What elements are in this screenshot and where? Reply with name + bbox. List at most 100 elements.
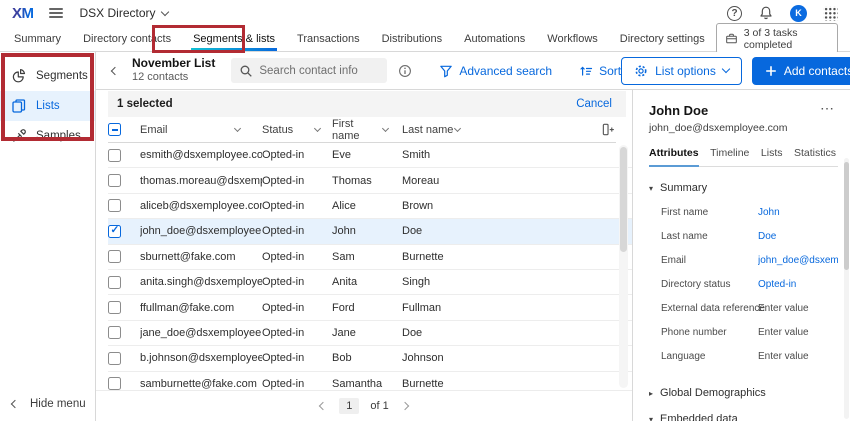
column-header-first-name[interactable]: First name [332, 118, 402, 142]
contact-rows: esmith@dsxemployee.com Opted-in Eve Smit… [108, 143, 632, 397]
attribute-value[interactable]: Enter value [758, 327, 809, 338]
table-row[interactable]: john_doe@dsxemployee.... Opted-in John D… [108, 219, 632, 244]
attribute-row: First name John [661, 207, 838, 218]
sidebar-item-lists[interactable]: Lists [0, 91, 95, 121]
row-checkbox[interactable] [108, 377, 121, 390]
row-checkbox[interactable] [108, 301, 121, 314]
row-checkbox[interactable] [108, 326, 121, 339]
help-icon[interactable]: ? [727, 6, 742, 21]
cell-last-name: Burnette [402, 378, 512, 390]
search-input[interactable] [259, 65, 379, 77]
sidebar-item-label: Lists [36, 100, 60, 112]
sidebar-item-label: Segments [36, 70, 88, 82]
tasks-completed-label: 3 of 3 tasks completed [744, 27, 829, 51]
info-icon[interactable] [398, 64, 412, 78]
user-avatar[interactable]: K [790, 5, 807, 22]
nav-tab-automations[interactable]: Automations [453, 26, 536, 51]
tasks-completed-badge[interactable]: 3 of 3 tasks completed [716, 23, 838, 54]
nav-tab-transactions[interactable]: Transactions [286, 26, 371, 51]
section-global-demographics[interactable]: ▸ Global Demographics [649, 387, 838, 399]
cell-last-name: Brown [402, 200, 512, 212]
cell-first-name: Thomas [332, 175, 402, 187]
attribute-row: External data reference Enter value [661, 303, 838, 314]
cell-status: Opted-in [262, 251, 332, 263]
section-summary[interactable]: ▾ Summary [649, 182, 838, 194]
table-row[interactable]: thomas.moreau@dsxempl... Opted-in Thomas… [108, 168, 632, 193]
app-switcher-icon[interactable] [823, 6, 838, 21]
table-row[interactable]: esmith@dsxemployee.com Opted-in Eve Smit… [108, 143, 632, 168]
nav-tab-distributions[interactable]: Distributions [371, 26, 454, 51]
tab-lists[interactable]: Lists [761, 147, 783, 166]
current-page-input[interactable]: 1 [339, 398, 359, 414]
row-checkbox[interactable] [108, 199, 121, 212]
table-scrollbar[interactable] [619, 145, 628, 388]
table-row[interactable]: sburnett@fake.com Opted-in Sam Burnette [108, 245, 632, 270]
cell-last-name: Doe [402, 327, 512, 339]
attribute-value[interactable]: Doe [758, 231, 776, 242]
next-page-button[interactable] [400, 401, 410, 411]
notifications-bell-icon[interactable] [758, 5, 774, 21]
hide-menu-button[interactable]: Hide menu [12, 398, 86, 410]
selected-count: 1 selected [117, 98, 173, 110]
tab-timeline[interactable]: Timeline [710, 147, 749, 166]
cell-status: Opted-in [262, 276, 332, 288]
table-row[interactable]: aliceb@dsxemployee.com Opted-in Alice Br… [108, 194, 632, 219]
topbar-actions: ? K [727, 5, 838, 22]
attribute-value[interactable]: John [758, 207, 780, 218]
cancel-selection-button[interactable]: Cancel [576, 98, 612, 110]
section-embedded-data[interactable]: ▾ Embedded data [649, 413, 838, 421]
sidebar-item-samples[interactable]: Samples [0, 121, 95, 151]
attribute-value[interactable]: Enter value [758, 351, 809, 362]
more-options-icon[interactable]: ⋯ [820, 103, 834, 113]
panel-scrollbar-thumb[interactable] [844, 162, 849, 270]
directory-selector[interactable]: DSX Directory [80, 6, 168, 20]
lists-icon [11, 98, 27, 114]
nav-tab-summary[interactable]: Summary [3, 26, 72, 51]
attribute-value[interactable]: Enter value [758, 303, 809, 314]
table-row[interactable]: jane_doe@dsxemployee.... Opted-in Jane D… [108, 321, 632, 346]
row-checkbox[interactable] [108, 225, 121, 238]
cell-last-name: Moreau [402, 175, 512, 187]
detail-tabs: Attributes Timeline Lists Statistics [649, 147, 838, 167]
segments-pie-icon [11, 68, 27, 84]
sidebar-item-segments[interactable]: Segments [0, 61, 95, 91]
back-button[interactable] [112, 68, 118, 74]
row-checkbox[interactable] [108, 250, 121, 263]
table-row[interactable]: anita.singh@dsxemployee... Opted-in Anit… [108, 270, 632, 295]
column-header-email[interactable]: Email [140, 124, 262, 136]
select-all-checkbox[interactable] [108, 123, 121, 136]
hide-menu-label: Hide menu [30, 398, 86, 410]
row-checkbox[interactable] [108, 149, 121, 162]
attribute-value[interactable]: john_doe@dsxem... [758, 255, 838, 266]
chevron-down-icon [722, 65, 730, 73]
nav-tab-workflows[interactable]: Workflows [536, 26, 609, 51]
add-contacts-label: Add contacts to list [784, 64, 850, 78]
column-header-last-name[interactable]: Last name [402, 124, 466, 136]
previous-page-button[interactable] [318, 401, 328, 411]
directory-nav: Summary Directory contacts Segments & li… [0, 26, 850, 52]
attribute-value[interactable]: Opted-in [758, 279, 796, 290]
add-contacts-button[interactable]: Add contacts to list [752, 57, 850, 85]
sort-button[interactable]: Sort [579, 64, 621, 78]
nav-tab-segments-and-lists[interactable]: Segments & lists [182, 26, 286, 51]
scrollbar-thumb[interactable] [620, 147, 627, 252]
cell-status: Opted-in [262, 302, 332, 314]
tab-attributes[interactable]: Attributes [649, 147, 699, 167]
add-column-button[interactable] [601, 122, 616, 137]
add-column-icon [601, 122, 616, 137]
hamburger-menu-icon[interactable] [49, 8, 63, 18]
row-checkbox[interactable] [108, 352, 121, 365]
cell-last-name: Fullman [402, 302, 512, 314]
nav-tab-directory-settings[interactable]: Directory settings [609, 26, 716, 51]
nav-tab-directory-contacts[interactable]: Directory contacts [72, 26, 182, 51]
attribute-label: Directory status [661, 279, 758, 290]
list-options-button[interactable]: List options [621, 57, 742, 85]
chevron-left-icon [319, 402, 327, 410]
row-checkbox[interactable] [108, 174, 121, 187]
tab-statistics[interactable]: Statistics [794, 147, 836, 166]
table-row[interactable]: ffullman@fake.com Opted-in Ford Fullman [108, 295, 632, 320]
advanced-search-button[interactable]: Advanced search [439, 64, 552, 78]
row-checkbox[interactable] [108, 276, 121, 289]
table-row[interactable]: b.johnson@dsxemployee.... Opted-in Bob J… [108, 346, 632, 371]
column-header-status[interactable]: Status [262, 124, 332, 136]
